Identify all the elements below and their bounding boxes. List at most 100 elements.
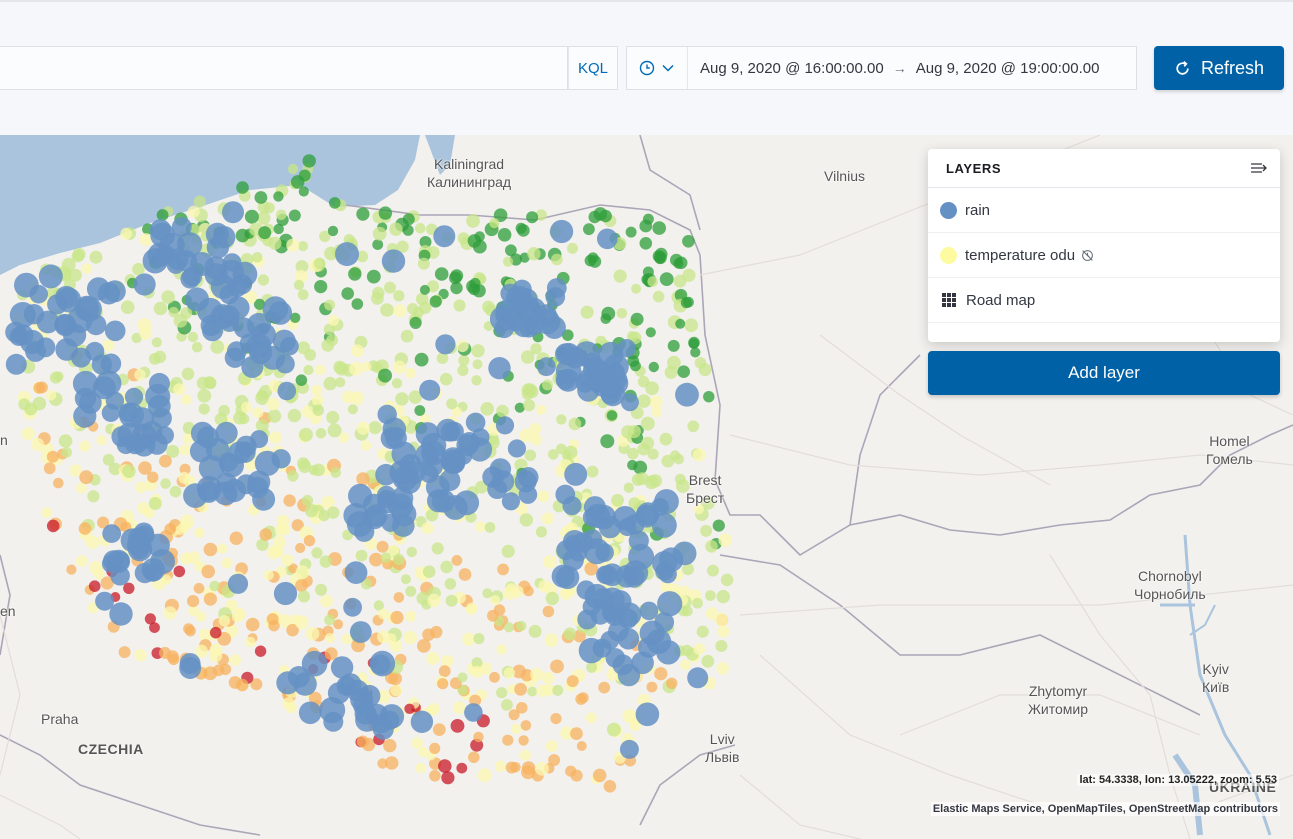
temperature-point [666,677,678,689]
temperature-point [567,242,578,254]
temperature-point [161,290,175,304]
temperature-point [518,735,529,746]
temperature-point [680,659,691,671]
temperature-point [468,751,480,764]
temperature-point [705,590,716,601]
temperature-point [535,761,549,776]
temperature-point [137,501,150,515]
quick-date-menu-button[interactable] [627,47,688,89]
temperature-point [664,365,678,379]
rain-point [617,628,640,650]
temperature-point [348,267,362,281]
rain-point [35,337,56,358]
temperature-point [301,405,315,418]
rain-point [535,304,557,327]
grid-icon [942,293,956,307]
temperature-point [418,746,429,758]
rain-point [598,515,622,539]
temperature-point [315,428,327,439]
refresh-button[interactable]: Refresh [1154,46,1284,90]
search-query-input[interactable] [0,46,568,90]
temperature-point [450,719,465,733]
temperature-point [633,460,648,475]
layers-panel-header: LAYERS [928,149,1280,188]
temperature-point [692,597,703,609]
place-label-zhytomyr: Zhytomyr Житомир [1028,683,1089,717]
lon-label: lon: [1144,774,1166,786]
temperature-point [631,473,645,486]
temperature-point [96,435,107,446]
place-label-homel: Homel Гомель [1206,433,1253,467]
rain-point [206,236,230,259]
rain-point [440,421,461,442]
temperature-point [717,625,730,638]
temperature-point [297,590,311,603]
lat-value: 54.3338, [1099,774,1142,786]
rain-point [555,358,582,385]
temperature-point [457,672,468,683]
rain-point [687,667,709,689]
temperature-point [640,416,655,431]
temperature-point [417,257,430,270]
temperature-point [268,236,282,250]
end-date-button[interactable]: Aug 9, 2020 @ 19:00:00.00 [916,60,1100,77]
rain-point [550,219,574,244]
temperature-point [438,665,451,678]
temperature-point [550,659,564,674]
rain-point [608,590,632,613]
temperature-point [716,589,730,604]
temperature-point [440,560,453,574]
temperature-point [680,297,692,309]
temperature-point [324,299,336,311]
collapse-panel-icon[interactable] [1250,161,1268,175]
temperature-point [682,235,695,248]
layers-panel-title: LAYERS [946,160,1002,176]
rain-point [655,562,674,581]
temperature-point [542,379,553,391]
temperature-point [240,401,253,413]
start-date-button[interactable]: Aug 9, 2020 @ 16:00:00.00 [700,60,884,77]
temperature-point [652,290,665,303]
temperature-point [194,527,205,538]
temperature-point [281,554,294,567]
temperature-point [392,360,406,374]
temperature-point [599,209,612,223]
temperature-point [690,347,701,358]
temperature-point [542,605,555,618]
temperature-point [432,723,446,736]
temperature-point [511,585,524,598]
temperature-point [235,228,250,243]
rain-point [622,566,645,588]
rain-point [104,320,126,342]
temperature-point [377,630,390,644]
temperature-point [418,301,432,314]
mouse-coordinates: lat: 54.3338, lon: 13.05222, zoom: 5.53 [1077,774,1279,786]
rain-point [277,381,297,401]
rain-point [79,391,102,414]
temperature-point [720,573,734,587]
layer-item-temperature[interactable]: temperature odu [928,233,1280,278]
temperature-point [209,580,220,592]
temperature-point [76,482,87,494]
zoom-label: zoom: [1220,774,1253,786]
temperature-point [303,535,316,547]
layer-item-road-map[interactable]: Road map [928,278,1280,323]
temperature-point [649,395,663,409]
temperature-point [565,765,577,777]
add-layer-button[interactable]: Add layer [928,351,1280,395]
temperature-point [429,295,442,308]
temperature-point [393,553,405,565]
query-language-toggle[interactable]: KQL [568,46,618,90]
temperature-point [521,383,535,397]
temperature-point [254,191,268,204]
temperature-point [323,376,337,391]
temperature-point [439,372,453,386]
layer-item-rain[interactable]: rain [928,188,1280,233]
rain-point [672,541,697,566]
temperature-point [496,644,507,655]
temperature-point [360,440,372,451]
rain-point [109,602,133,626]
temperature-point [273,223,284,235]
temperature-point [274,524,287,537]
temperature-point [197,388,212,403]
